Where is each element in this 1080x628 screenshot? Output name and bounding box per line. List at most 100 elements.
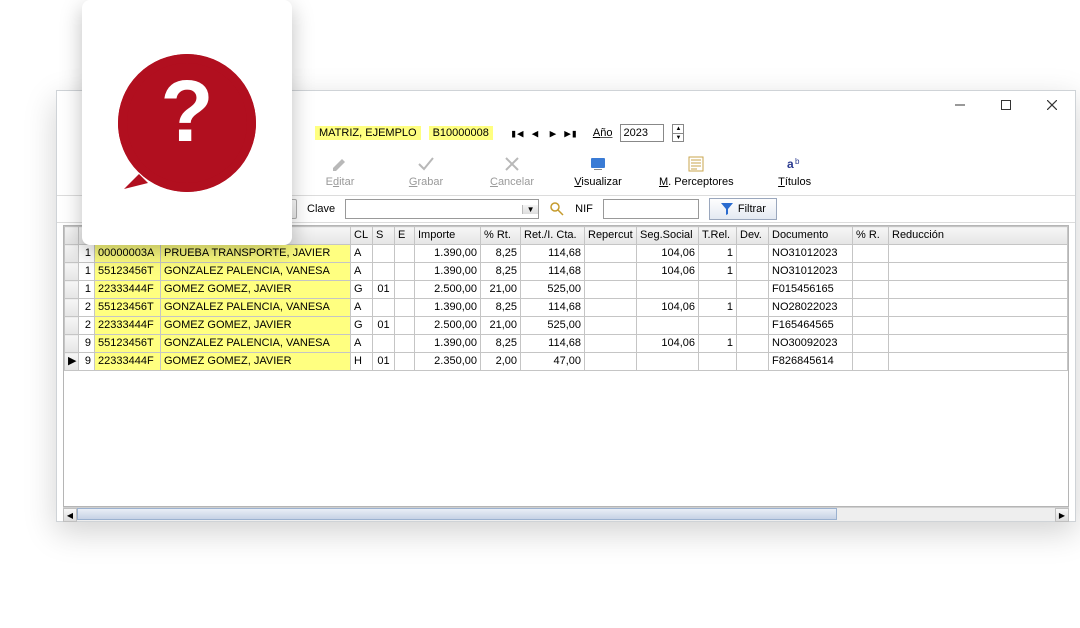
cell[interactable] — [699, 281, 737, 299]
col-selector[interactable] — [65, 227, 79, 245]
cell[interactable]: 22333444F — [95, 281, 161, 299]
year-spin-up[interactable]: ▲ — [673, 125, 683, 134]
cell[interactable]: 104,06 — [637, 245, 699, 263]
col-cl[interactable]: CL — [351, 227, 373, 245]
col-reduccion[interactable]: Reducción — [889, 227, 1068, 245]
cell[interactable]: 1 — [699, 335, 737, 353]
cell[interactable] — [395, 299, 415, 317]
cell[interactable]: 01 — [373, 353, 395, 371]
cell[interactable]: 22333444F — [95, 317, 161, 335]
horizontal-scrollbar[interactable]: ◀ ▶ — [63, 507, 1069, 521]
cell[interactable] — [853, 335, 889, 353]
cell[interactable] — [585, 335, 637, 353]
search-icon[interactable] — [549, 201, 565, 217]
window-maximize-button[interactable] — [983, 91, 1029, 119]
cell[interactable]: 525,00 — [521, 281, 585, 299]
cell[interactable] — [373, 299, 395, 317]
cell[interactable] — [889, 299, 1068, 317]
cell[interactable] — [737, 263, 769, 281]
cell[interactable] — [699, 317, 737, 335]
scroll-left-button[interactable]: ◀ — [63, 508, 77, 522]
cell[interactable]: F826845614 — [769, 353, 853, 371]
cell[interactable] — [853, 281, 889, 299]
row-selector[interactable] — [65, 245, 79, 263]
cell[interactable] — [853, 245, 889, 263]
cell[interactable] — [585, 353, 637, 371]
cell[interactable]: 114,68 — [521, 245, 585, 263]
cell[interactable]: 55123456T — [95, 335, 161, 353]
col-repercut[interactable]: Repercut — [585, 227, 637, 245]
scroll-right-button[interactable]: ▶ — [1055, 508, 1069, 522]
scroll-thumb[interactable] — [77, 508, 837, 520]
cell[interactable] — [395, 317, 415, 335]
cancelar-button[interactable]: CancelarCancelar — [487, 154, 537, 188]
cell[interactable]: 55123456T — [95, 299, 161, 317]
cell[interactable]: GOMEZ GOMEZ, JAVIER — [161, 353, 351, 371]
cell[interactable] — [737, 245, 769, 263]
row-selector[interactable] — [65, 317, 79, 335]
cell[interactable]: 47,00 — [521, 353, 585, 371]
table-row[interactable]: 955123456TGONZALEZ PALENCIA, VANESAA1.39… — [65, 335, 1068, 353]
cell[interactable]: 2.350,00 — [415, 353, 481, 371]
cell[interactable]: A — [351, 299, 373, 317]
year-input[interactable] — [620, 124, 664, 142]
cell[interactable]: NO28022023 — [769, 299, 853, 317]
cell[interactable]: 8,25 — [481, 335, 521, 353]
cell[interactable]: 9 — [79, 353, 95, 371]
cell[interactable]: 1 — [79, 263, 95, 281]
cell[interactable]: G — [351, 317, 373, 335]
cell[interactable]: PRUEBA TRANSPORTE, JAVIER — [161, 245, 351, 263]
cell[interactable]: 525,00 — [521, 317, 585, 335]
col-pct-rt[interactable]: % Rt. — [481, 227, 521, 245]
window-close-button[interactable] — [1029, 91, 1075, 119]
year-spinner[interactable]: ▲ ▼ — [672, 124, 684, 142]
cell[interactable]: H — [351, 353, 373, 371]
cell[interactable] — [737, 281, 769, 299]
col-pct-r[interactable]: % R. — [853, 227, 889, 245]
cell[interactable]: 1.390,00 — [415, 263, 481, 281]
cell[interactable] — [637, 317, 699, 335]
cell[interactable] — [889, 263, 1068, 281]
cell[interactable] — [737, 335, 769, 353]
row-selector[interactable]: ▶ — [65, 353, 79, 371]
col-dev[interactable]: Dev. — [737, 227, 769, 245]
cell[interactable]: 01 — [373, 317, 395, 335]
nav-last-button[interactable]: ▶▮ — [563, 127, 579, 140]
cell[interactable]: 2 — [79, 299, 95, 317]
cell[interactable] — [585, 263, 637, 281]
cell[interactable] — [737, 299, 769, 317]
cell[interactable]: GONZALEZ PALENCIA, VANESA — [161, 299, 351, 317]
cell[interactable] — [889, 353, 1068, 371]
cell[interactable]: 8,25 — [481, 263, 521, 281]
table-row[interactable]: 155123456TGONZALEZ PALENCIA, VANESAA1.39… — [65, 263, 1068, 281]
cell[interactable]: 114,68 — [521, 299, 585, 317]
table-row[interactable]: 222333444FGOMEZ GOMEZ, JAVIERG012.500,00… — [65, 317, 1068, 335]
data-grid[interactable]: CL S E Importe % Rt. Ret./I. Cta. Reperc… — [63, 225, 1069, 507]
cell[interactable]: GONZALEZ PALENCIA, VANESA — [161, 335, 351, 353]
window-minimize-button[interactable] — [937, 91, 983, 119]
nif-input[interactable] — [603, 199, 699, 219]
mperceptores-button[interactable]: M. PerceptoresM. Perceptores — [659, 154, 734, 188]
cell[interactable]: NO31012023 — [769, 245, 853, 263]
cell[interactable]: 1 — [699, 245, 737, 263]
cell[interactable]: 1 — [79, 281, 95, 299]
cell[interactable]: 00000003A — [95, 245, 161, 263]
table-row[interactable]: 122333444FGOMEZ GOMEZ, JAVIERG012.500,00… — [65, 281, 1068, 299]
cell[interactable]: 1 — [79, 245, 95, 263]
cell[interactable] — [699, 353, 737, 371]
titulos-button[interactable]: ab TítulosTítulos — [770, 154, 820, 188]
cell[interactable]: 1.390,00 — [415, 245, 481, 263]
cell[interactable] — [637, 353, 699, 371]
cell[interactable] — [737, 317, 769, 335]
col-ret[interactable]: Ret./I. Cta. — [521, 227, 585, 245]
editar-button[interactable]: EEditarditar — [315, 154, 365, 188]
col-e[interactable]: E — [395, 227, 415, 245]
cell[interactable]: 2 — [79, 317, 95, 335]
cell[interactable] — [853, 317, 889, 335]
year-spin-down[interactable]: ▼ — [673, 134, 683, 142]
cell[interactable]: 9 — [79, 335, 95, 353]
cell[interactable]: 2,00 — [481, 353, 521, 371]
row-selector[interactable] — [65, 299, 79, 317]
col-trel[interactable]: T.Rel. — [699, 227, 737, 245]
cell[interactable]: 1.390,00 — [415, 299, 481, 317]
